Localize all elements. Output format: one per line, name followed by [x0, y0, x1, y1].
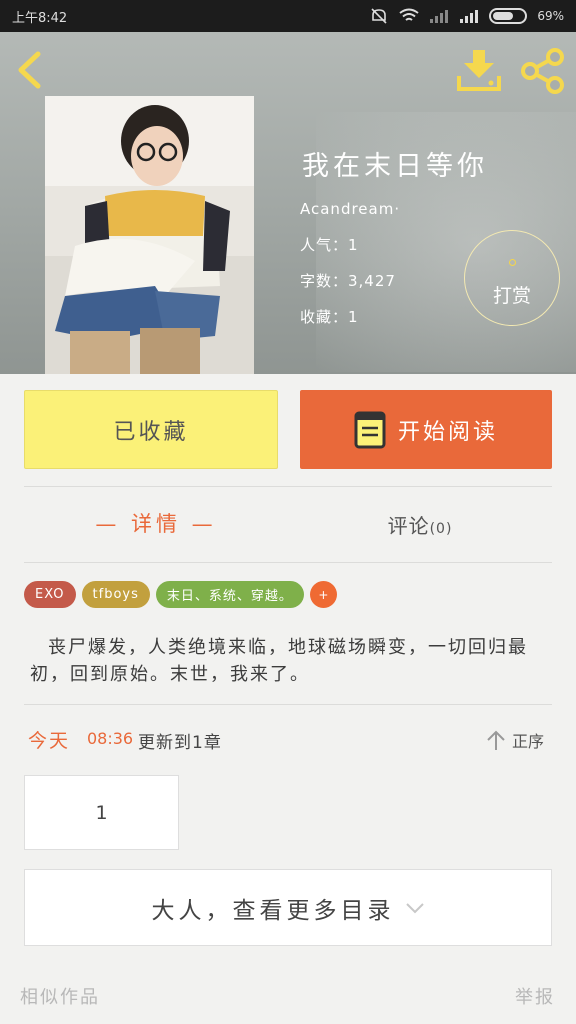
mute-icon [371, 8, 387, 24]
battery-percent: 69% [537, 9, 564, 23]
reward-dot-icon [509, 259, 516, 266]
battery-icon [489, 8, 528, 24]
book-popularity: 人气：1 [300, 236, 359, 254]
sort-order-button[interactable]: 正序 [486, 728, 544, 752]
tag-genre[interactable]: 末日、系统、穿越。 [155, 581, 304, 608]
add-tag-button[interactable]: + [309, 581, 337, 608]
more-catalog-label: 大人，查看更多目录 [151, 897, 395, 924]
back-button[interactable] [12, 50, 48, 90]
book-header: 我在末日等你 Acandream· 人气：1 字数：3,427 收藏：1 打赏 [0, 32, 576, 374]
book-author[interactable]: Acandream· [300, 200, 400, 218]
update-time: 08:36 [87, 729, 134, 748]
tab-comments-count: (0) [429, 521, 453, 537]
tab-comments-label: 评论 [387, 514, 430, 538]
update-day: 今天 [28, 730, 71, 752]
more-catalog-button[interactable]: 大人，查看更多目录 [24, 869, 552, 946]
tab-detail[interactable]: — 详情 — [24, 508, 288, 538]
reward-label: 打赏 [492, 285, 531, 307]
tag-exo[interactable]: EXO [24, 581, 76, 608]
sort-order-label: 正序 [512, 732, 545, 751]
divider [24, 486, 552, 487]
chapter-number: 1 [95, 801, 108, 824]
collected-label: 已收藏 [113, 419, 189, 445]
report-link[interactable]: 举报 [515, 983, 555, 1009]
tag-tfboys[interactable]: tfboys [81, 581, 150, 608]
book-cover-image[interactable] [45, 96, 254, 374]
status-bar: 上午8:42 69% [0, 0, 576, 32]
wifi-icon [399, 8, 419, 21]
reward-button[interactable]: 打赏 [464, 230, 560, 326]
divider [24, 562, 552, 563]
update-text: 更新到1章 [138, 733, 222, 753]
status-time: 上午8:42 [12, 10, 68, 26]
arrow-up-icon [487, 730, 505, 750]
book-title: 我在末日等你 [302, 151, 488, 182]
collected-button[interactable]: 已收藏 [24, 390, 278, 469]
download-icon[interactable] [456, 48, 502, 92]
tab-comments[interactable]: 评论(0) [288, 510, 552, 539]
start-reading-label: 开始阅读 [397, 419, 498, 445]
signal-weak-icon [430, 10, 449, 23]
book-icon [354, 411, 386, 448]
similar-works-link[interactable]: 相似作品 [20, 983, 100, 1009]
divider [24, 704, 552, 705]
book-synopsis: 丧尸爆发，人类绝境来临，地球磁场瞬变，一切回归最初，回到原始。末世，我来了。 [30, 637, 528, 685]
signal-icon [460, 10, 479, 23]
book-favorites: 收藏：1 [300, 308, 359, 326]
chevron-down-icon [405, 902, 424, 913]
start-reading-button[interactable]: 开始阅读 [300, 390, 552, 469]
book-word-count: 字数：3,427 [300, 272, 396, 290]
share-icon[interactable] [520, 48, 566, 94]
tag-list: EXO tfboys 末日、系统、穿越。 + [24, 581, 337, 608]
chapter-item[interactable]: 1 [24, 775, 179, 850]
